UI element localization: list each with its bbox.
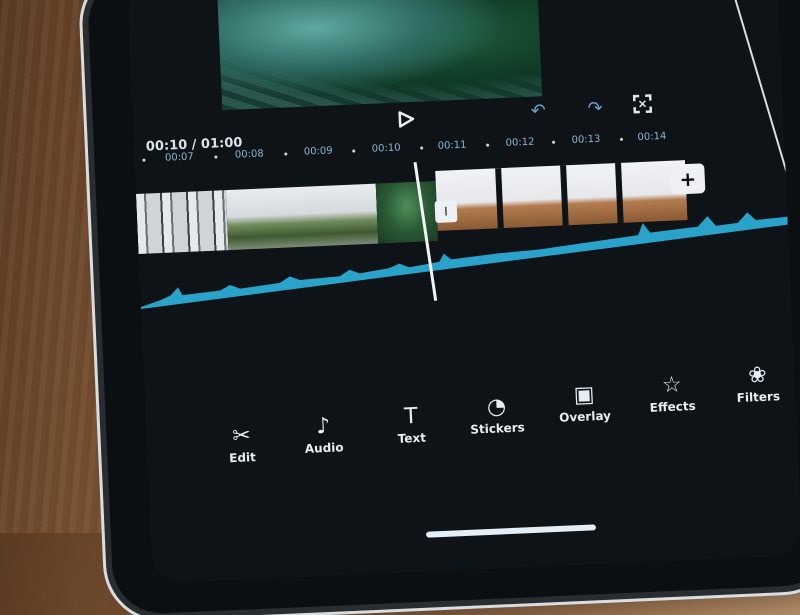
tool-label: Audio (304, 440, 344, 456)
filters-icon: ❀ (747, 362, 768, 389)
tool-label: Overlay (558, 408, 612, 425)
ruler-tick: 00:07 (164, 151, 195, 164)
ruler-tick: 00:11 (437, 139, 467, 152)
redo-icon: ↷ (587, 97, 604, 120)
tool-label: Stickers (469, 420, 526, 437)
text-icon: T (403, 403, 419, 430)
video-preview[interactable] (216, 0, 543, 111)
phone-device: 00:10 / 01:00 ↶ ↷ 00:07 00:08 00:09 00:1… (86, 0, 800, 615)
tool-label: Filters (736, 389, 781, 406)
add-clip-button[interactable]: + (670, 163, 706, 195)
ruler-tick: 00:12 (505, 136, 535, 149)
tool-stickers[interactable]: ◔ Stickers (461, 392, 533, 437)
phone-screen: 00:10 / 01:00 ↶ ↷ 00:07 00:08 00:09 00:1… (126, 0, 800, 584)
scissors-icon: ✂ (231, 423, 252, 450)
ruler-dot (420, 146, 424, 150)
play-icon (398, 111, 415, 128)
tool-text[interactable]: T Text (375, 402, 447, 447)
transition-button[interactable]: I (434, 200, 458, 224)
ruler-tick: 00:09 (303, 145, 333, 158)
music-note-icon: ♪ (315, 413, 331, 440)
ruler-tick: 00:13 (571, 133, 601, 146)
tool-label: Text (397, 430, 427, 446)
star-wand-icon: ☆ (661, 372, 683, 399)
ruler-dot (284, 152, 288, 156)
tool-label: Edit (228, 450, 257, 466)
ruler-dot (142, 158, 146, 162)
undo-icon: ↶ (530, 100, 547, 122)
ruler-dot (619, 137, 624, 141)
home-indicator[interactable] (425, 524, 597, 538)
ruler-tick: 00:14 (637, 130, 667, 144)
ruler-dot (352, 149, 356, 153)
ruler-dot (214, 155, 218, 159)
tool-effects[interactable]: ☆ Effects (636, 370, 708, 415)
ruler-dot (486, 143, 490, 147)
sticker-icon: ◔ (486, 394, 507, 420)
ruler-dot (552, 140, 556, 144)
undo-button[interactable]: ↶ (530, 100, 546, 122)
fullscreen-icon (632, 94, 653, 114)
tool-edit[interactable]: ✂ Edit (206, 421, 278, 466)
tool-overlay[interactable]: ▣ Overlay (549, 380, 621, 425)
tool-label: Effects (649, 398, 697, 415)
ruler-tick: 00:10 (371, 142, 401, 155)
tool-audio[interactable]: ♪ Audio (288, 412, 360, 457)
play-button[interactable] (394, 108, 417, 131)
bottom-toolbar: ✂ Edit ♪ Audio T Text ◔ Stickers ▣ Overl… (205, 363, 800, 486)
overlay-icon: ▣ (573, 382, 596, 409)
redo-button[interactable]: ↷ (587, 98, 603, 120)
tool-filters[interactable]: ❀ Filters (722, 361, 794, 406)
fullscreen-button[interactable] (632, 93, 653, 114)
ruler-tick: 00:08 (234, 148, 264, 161)
